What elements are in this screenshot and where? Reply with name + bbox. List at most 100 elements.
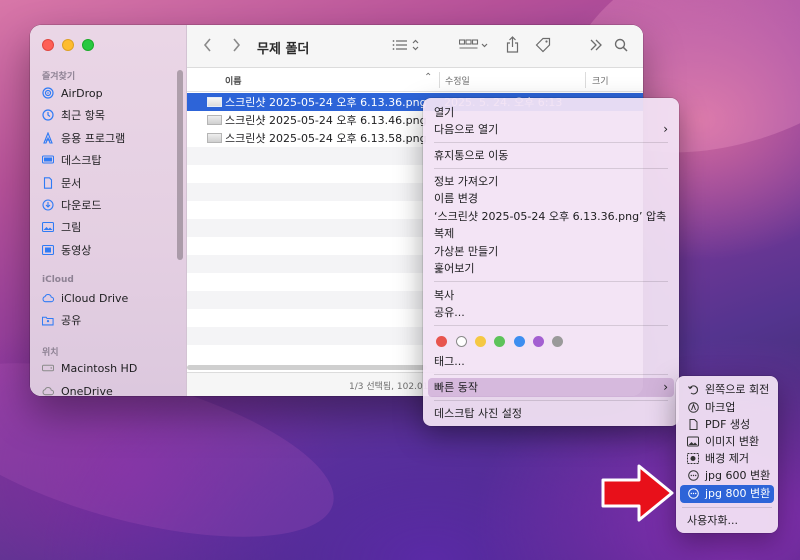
menu-item-label: 빠른 동작	[434, 381, 478, 394]
applications-icon	[42, 132, 54, 144]
submenu-item-label: jpg 800 변환	[705, 487, 771, 500]
menu-item-compress[interactable]: ‘스크린샷 2025-05-24 오후 6.13.36.png’ 압축	[434, 208, 666, 225]
menu-separator	[434, 325, 668, 326]
submenu-item-label: 왼쪽으로 회전	[705, 383, 770, 396]
sidebar-section-favorites: 즐겨찾기	[42, 72, 76, 82]
submenu-item-create-pdf[interactable]: PDF 생성	[687, 416, 750, 433]
sidebar-item-label: 최근 항목	[61, 109, 105, 122]
back-icon[interactable]	[203, 38, 213, 55]
menu-item-copy[interactable]: 복사	[434, 287, 454, 304]
sidebar-section-locations: 위치	[42, 348, 59, 358]
submenu-item-remove-background[interactable]: 배경 제거	[687, 450, 749, 467]
column-size[interactable]: 크기	[592, 74, 609, 87]
sidebar-item-label: 그림	[61, 221, 82, 234]
sidebar-item-icloud-drive[interactable]: iCloud Drive	[42, 289, 128, 307]
tag-color-gray[interactable]	[552, 336, 563, 347]
submenu-item-rotate-left[interactable]: 왼쪽으로 회전	[687, 381, 769, 398]
tag-color-yellow[interactable]	[475, 336, 486, 347]
sidebar-item-shared[interactable]: 공유	[42, 311, 81, 329]
tag-color-blue[interactable]	[514, 336, 525, 347]
submenu-item-jpg-800[interactable]: jpg 800 변환	[687, 485, 770, 502]
image-file-icon	[207, 97, 222, 107]
disk-icon	[42, 362, 54, 374]
share-icon[interactable]	[506, 36, 519, 56]
menu-separator	[434, 400, 668, 401]
sidebar-item-pictures[interactable]: 그림	[42, 218, 81, 236]
menu-item-duplicate[interactable]: 복제	[434, 225, 454, 242]
quick-actions-submenu: 왼쪽으로 회전 마크업 PDF 생성 이미지 변환 배경 제거 jpg 600 …	[676, 376, 778, 533]
menu-item-open[interactable]: 열기	[434, 104, 454, 121]
sidebar-item-label: 동영상	[61, 244, 92, 257]
zoom-button[interactable]	[82, 39, 94, 51]
desktop-icon	[42, 154, 54, 166]
workflow-icon	[687, 488, 699, 500]
menu-item-share[interactable]: 공유...	[434, 304, 465, 321]
column-modified[interactable]: 수정일	[445, 74, 470, 87]
window-title: 무제 폴더	[257, 42, 310, 57]
submenu-item-label: jpg 600 변환	[705, 469, 771, 482]
sidebar-item-onedrive[interactable]: OneDrive	[42, 382, 113, 396]
forward-icon[interactable]	[231, 38, 241, 55]
group-icon[interactable]	[458, 38, 489, 55]
minimize-button[interactable]	[62, 39, 74, 51]
menu-item-move-to-trash[interactable]: 휴지통으로 이동	[434, 147, 508, 164]
submenu-item-jpg-600[interactable]: jpg 600 변환	[687, 467, 770, 484]
cloud-icon	[42, 292, 54, 304]
red-arrow-icon	[601, 464, 674, 522]
image-file-icon	[207, 133, 222, 143]
sidebar-item-label: iCloud Drive	[61, 291, 129, 305]
sidebar-item-airdrop[interactable]: AirDrop	[42, 84, 103, 102]
tag-color-red[interactable]	[436, 336, 447, 347]
sidebar-item-label: Macintosh HD	[61, 361, 138, 375]
menu-item-quick-actions[interactable]: 빠른 동작 ›	[434, 379, 668, 396]
submenu-item-label: PDF 생성	[705, 418, 751, 431]
sidebar-item-macintosh-hd[interactable]: Macintosh HD	[42, 359, 137, 377]
menu-item-get-info[interactable]: 정보 가져오기	[434, 173, 498, 190]
image-file-icon	[207, 115, 222, 125]
remove-background-icon	[687, 453, 699, 465]
rotate-left-icon	[687, 384, 699, 396]
menu-item-rename[interactable]: 이름 변경	[434, 190, 478, 207]
submenu-item-markup[interactable]: 마크업	[687, 399, 735, 416]
close-button[interactable]	[42, 39, 54, 51]
sidebar-scrollbar[interactable]	[177, 70, 183, 260]
menu-item-set-desktop-picture[interactable]: 데스크탑 사진 설정	[434, 405, 522, 422]
tag-color-green[interactable]	[494, 336, 505, 347]
menu-item-make-alias[interactable]: 가상본 만들기	[434, 243, 498, 260]
horizontal-scrollbar[interactable]	[187, 365, 427, 370]
sidebar-item-documents[interactable]: 문서	[42, 174, 81, 192]
menu-item-tags[interactable]: 태그...	[434, 353, 465, 370]
search-icon[interactable]	[614, 38, 628, 55]
file-name: 스크린샷 2025-05-24 오후 6.13.58.png	[225, 132, 427, 145]
sidebar-item-recents[interactable]: 최근 항목	[42, 106, 105, 124]
sidebar-item-downloads[interactable]: 다운로드	[42, 196, 101, 214]
menu-separator	[434, 374, 668, 375]
menu-item-quick-look[interactable]: 훑어보기	[434, 260, 474, 277]
list-view-icon[interactable]	[392, 38, 420, 55]
tag-color-none[interactable]	[456, 336, 467, 347]
column-divider[interactable]	[439, 72, 440, 88]
sidebar-item-label: 다운로드	[61, 199, 102, 212]
sidebar-item-movies[interactable]: 동영상	[42, 241, 91, 259]
tag-icon[interactable]	[535, 37, 552, 56]
submenu-item-customize[interactable]: 사용자화...	[687, 512, 738, 529]
status-text: 1/3 선택됨, 102.01	[349, 382, 429, 392]
chevron-right-icon: ›	[663, 122, 668, 136]
sidebar-item-label: 공유	[61, 314, 82, 327]
sidebar-section-icloud: iCloud	[42, 275, 74, 285]
download-icon	[42, 199, 54, 211]
more-icon[interactable]	[590, 38, 602, 55]
submenu-item-label: 이미지 변환	[705, 435, 760, 448]
menu-item-open-with[interactable]: 다음으로 열기 ›	[434, 121, 668, 138]
column-name[interactable]: 이름	[225, 74, 242, 87]
document-icon	[42, 177, 54, 189]
tag-color-purple[interactable]	[533, 336, 544, 347]
file-name: 스크린샷 2025-05-24 오후 6.13.46.png	[225, 114, 427, 127]
sidebar-item-applications[interactable]: 응용 프로그램	[42, 129, 125, 147]
sidebar-item-desktop[interactable]: 데스크탑	[42, 151, 101, 169]
menu-separator	[682, 507, 772, 508]
submenu-item-label: 마크업	[705, 401, 736, 414]
column-divider[interactable]	[585, 72, 586, 88]
submenu-item-convert-image[interactable]: 이미지 변환	[687, 433, 759, 450]
chevron-right-icon: ›	[663, 380, 668, 394]
